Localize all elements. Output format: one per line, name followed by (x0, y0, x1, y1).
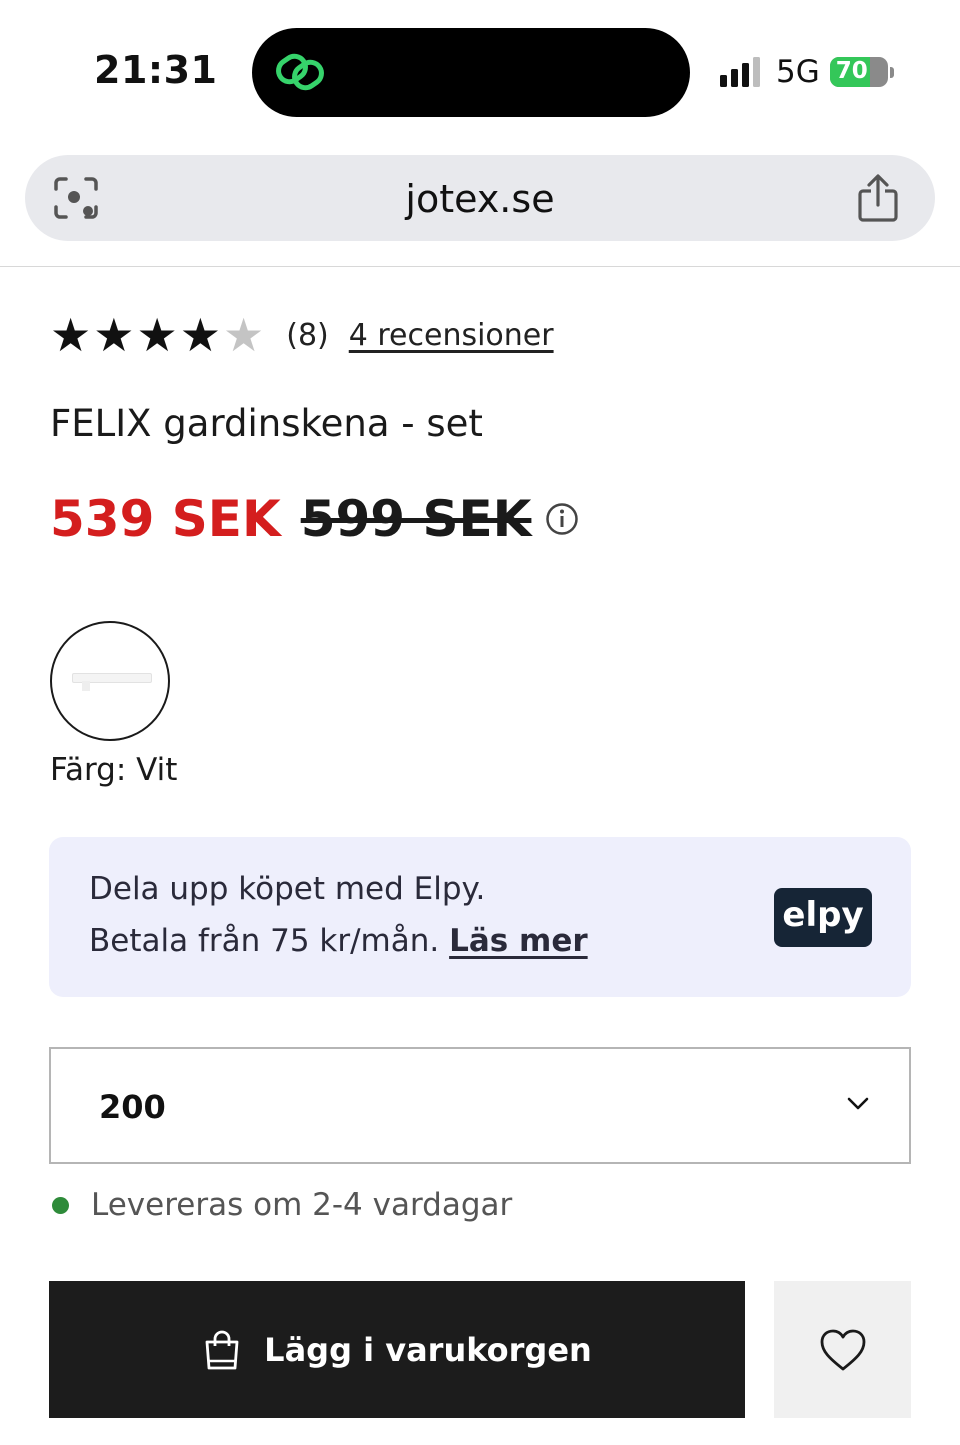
reviews-link[interactable]: 4 recensioner (349, 318, 554, 353)
elpy-subline: Betala från 75 kr/mån. Läs mer (89, 923, 588, 959)
size-select-value: 200 (99, 1088, 166, 1126)
star-filled-icon: ★ (136, 308, 178, 362)
elpy-headline: Dela upp köpet med Elpy. (89, 871, 486, 907)
sale-price: 539 SEK (50, 490, 281, 548)
network-label: 5G (776, 54, 820, 90)
product-title: FELIX gardinskena - set (50, 402, 483, 445)
elpy-financing-banner: Dela upp köpet med Elpy. Betala från 75 … (49, 837, 911, 997)
battery-tip (889, 66, 894, 78)
color-swatch-white[interactable] (50, 621, 170, 741)
elpy-logo: elpy (774, 888, 872, 947)
chevron-down-icon (847, 1097, 869, 1110)
dynamic-island (252, 28, 690, 117)
star-filled-icon: ★ (179, 308, 221, 362)
battery-level: 70 (835, 58, 868, 84)
heart-icon (820, 1329, 865, 1370)
divider (0, 266, 960, 267)
info-icon[interactable] (545, 502, 579, 536)
star-filled-icon: ★ (93, 308, 135, 362)
add-to-cart-button[interactable]: Lägg i varukorgen (49, 1281, 745, 1418)
star-filled-icon: ★ (50, 308, 92, 362)
link-chain-icon (276, 53, 324, 91)
product-rating: ★ ★ ★ ★ ★ (8) 4 recensioner (50, 310, 554, 360)
status-time: 21:31 (94, 48, 218, 92)
rating-count: (8) (286, 317, 329, 353)
add-to-cart-label: Lägg i varukorgen (264, 1330, 592, 1369)
original-price: 599 SEK (300, 490, 532, 548)
elpy-read-more-link[interactable]: Läs mer (449, 923, 588, 959)
color-label: Färg: Vit (50, 752, 178, 788)
elpy-monthly-text: Betala från 75 kr/mån. (89, 923, 440, 959)
status-bar: 21:31 5G 70 (0, 0, 960, 140)
address-bar[interactable]: jotex.se (25, 155, 935, 241)
delivery-status: Levereras om 2-4 vardagar (52, 1183, 512, 1227)
star-empty-icon: ★ (223, 308, 265, 362)
url-text[interactable]: jotex.se (25, 177, 935, 221)
status-indicators: 5G 70 (718, 52, 894, 92)
delivery-text: Levereras om 2-4 vardagar (91, 1187, 513, 1223)
price-row: 539 SEK 599 SEK (50, 488, 579, 550)
cellular-signal-icon (720, 57, 760, 87)
shopping-bag-icon (205, 1330, 239, 1369)
rating-stars: ★ ★ ★ ★ ★ (50, 310, 266, 360)
wishlist-button[interactable] (774, 1281, 911, 1418)
share-icon[interactable] (855, 173, 901, 223)
curtain-rail-thumbnail-detail (82, 681, 90, 691)
battery-icon: 70 (829, 57, 888, 87)
size-select[interactable]: 200 (49, 1047, 911, 1164)
in-stock-dot-icon (52, 1196, 69, 1214)
